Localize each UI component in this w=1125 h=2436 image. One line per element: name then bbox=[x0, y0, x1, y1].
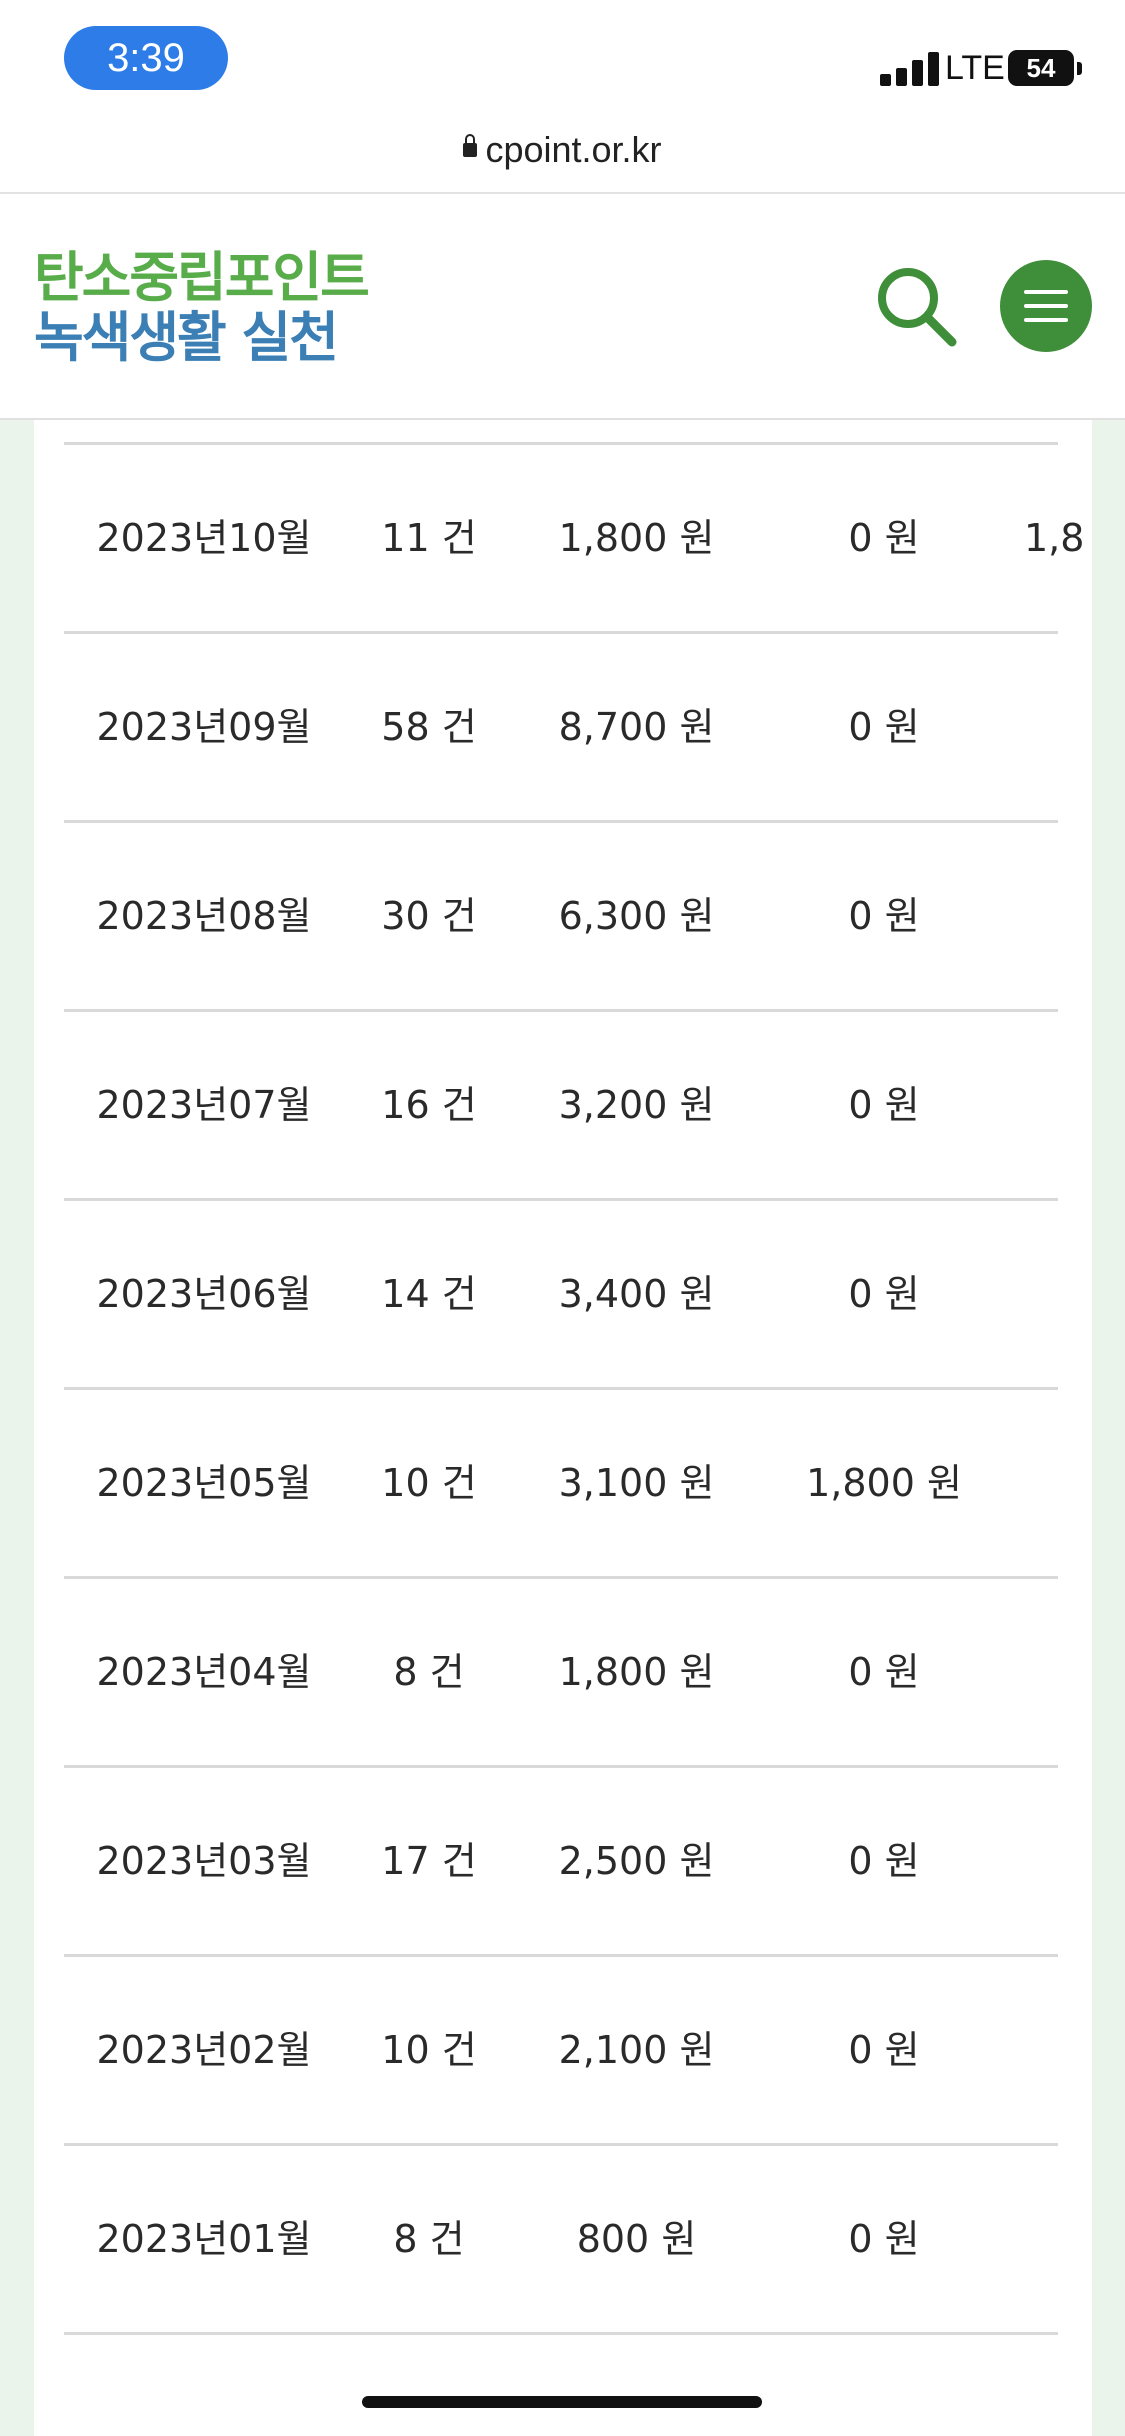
month-cell: 2023년04월 bbox=[96, 1650, 312, 1694]
used-points-cell: 0 원 bbox=[848, 1839, 920, 1883]
clipped-cell bbox=[1024, 1390, 1084, 1576]
network-type: LTE bbox=[945, 49, 1005, 87]
used-points-cell: 0 원 bbox=[848, 1272, 920, 1316]
clipped-cell bbox=[1024, 634, 1084, 820]
earned-points-cell: 1,800 원 bbox=[558, 1650, 715, 1694]
site-header: 탄소중립포인트 녹색생활 실천 bbox=[0, 194, 1125, 420]
count-cell: 14 건 bbox=[381, 1272, 477, 1316]
month-cell: 2023년01월 bbox=[96, 2217, 312, 2261]
clipped-cell bbox=[1024, 1579, 1084, 1765]
table-row[interactable]: 2023년08월 30 건 6,300 원 0 원 bbox=[64, 820, 1058, 1009]
hamburger-menu-icon bbox=[1024, 318, 1068, 322]
table-row[interactable]: 2023년01월 8 건 800 원 0 원 bbox=[64, 2143, 1058, 2335]
month-cell: 2023년08월 bbox=[96, 894, 312, 938]
home-indicator[interactable] bbox=[362, 2396, 762, 2408]
menu-button[interactable] bbox=[1000, 260, 1092, 352]
status-bar: 3:39 LTE 54 bbox=[0, 0, 1125, 130]
count-cell: 8 건 bbox=[393, 1650, 465, 1694]
table-row[interactable]: 2023년05월 10 건 3,100 원 1,800 원 bbox=[64, 1387, 1058, 1576]
clipped-cell bbox=[1024, 1012, 1084, 1198]
used-points-cell: 0 원 bbox=[848, 705, 920, 749]
battery-tip bbox=[1077, 62, 1082, 75]
month-cell: 2023년05월 bbox=[96, 1461, 312, 1505]
count-cell: 10 건 bbox=[381, 2028, 477, 2072]
earned-points-cell: 8,700 원 bbox=[558, 705, 715, 749]
monthly-points-table[interactable]: 2023년10월 11 건 1,800 원 0 원 1,8 2023년09월 58 건 8,7… bbox=[64, 442, 1084, 2335]
table-row[interactable]: 2023년03월 17 건 2,500 원 0 원 bbox=[64, 1765, 1058, 1954]
status-time[interactable]: 3:39 bbox=[64, 26, 228, 90]
count-cell: 16 건 bbox=[381, 1083, 477, 1127]
count-cell: 58 건 bbox=[381, 705, 477, 749]
hamburger-menu-icon bbox=[1024, 304, 1068, 308]
battery-icon: 54 bbox=[1008, 50, 1074, 86]
clipped-cell bbox=[1024, 1768, 1084, 1954]
earned-points-cell: 800 원 bbox=[576, 2217, 697, 2261]
used-points-cell: 0 원 bbox=[848, 894, 920, 938]
table-row[interactable]: 2023년02월 10 건 2,100 원 0 원 bbox=[64, 1954, 1058, 2143]
used-points-cell: 0 원 bbox=[848, 2217, 920, 2261]
earned-points-cell: 3,200 원 bbox=[558, 1083, 715, 1127]
used-points-cell: 0 원 bbox=[848, 516, 920, 560]
site-logo-subtitle[interactable]: 녹색생활 실천 bbox=[34, 306, 339, 370]
clipped-cell: 1,8 bbox=[1024, 516, 1084, 560]
used-points-cell: 0 원 bbox=[848, 1650, 920, 1694]
lock-icon bbox=[463, 134, 478, 158]
clipped-cell bbox=[1024, 823, 1084, 1009]
month-cell: 2023년03월 bbox=[96, 1839, 312, 1883]
clipped-cell bbox=[1024, 2146, 1084, 2332]
earned-points-cell: 3,400 원 bbox=[558, 1272, 715, 1316]
table-row[interactable]: 2023년06월 14 건 3,400 원 0 원 bbox=[64, 1198, 1058, 1387]
month-cell: 2023년06월 bbox=[96, 1272, 312, 1316]
count-cell: 17 건 bbox=[381, 1839, 477, 1883]
month-cell: 2023년07월 bbox=[96, 1083, 312, 1127]
table-row[interactable]: 2023년07월 16 건 3,200 원 0 원 bbox=[64, 1009, 1058, 1198]
month-cell: 2023년10월 bbox=[96, 516, 312, 560]
url-text: cpoint.or.kr bbox=[485, 129, 662, 170]
table-row[interactable]: 2023년09월 58 건 8,700 원 0 원 bbox=[64, 631, 1058, 820]
hamburger-menu-icon bbox=[1024, 290, 1068, 294]
earned-points-cell: 2,500 원 bbox=[558, 1839, 715, 1883]
browser-url-bar[interactable]: cpoint.or.kr bbox=[0, 124, 1125, 186]
site-logo-title[interactable]: 탄소중립포인트 bbox=[34, 246, 370, 310]
used-points-cell: 0 원 bbox=[848, 1083, 920, 1127]
month-cell: 2023년02월 bbox=[96, 2028, 312, 2072]
search-button[interactable] bbox=[874, 264, 960, 350]
used-points-cell: 0 원 bbox=[848, 2028, 920, 2072]
count-cell: 10 건 bbox=[381, 1461, 477, 1505]
clipped-cell bbox=[1024, 1201, 1084, 1387]
count-cell: 11 건 bbox=[381, 516, 477, 560]
used-points-cell: 1,800 원 bbox=[806, 1461, 962, 1505]
month-cell: 2023년09월 bbox=[96, 705, 312, 749]
earned-points-cell: 2,100 원 bbox=[558, 2028, 715, 2072]
table-row[interactable]: 2023년10월 11 건 1,800 원 0 원 1,8 bbox=[64, 442, 1084, 631]
search-icon bbox=[878, 268, 957, 347]
clipped-cell bbox=[1024, 1957, 1084, 2143]
earned-points-cell: 3,100 원 bbox=[558, 1461, 715, 1505]
earned-points-cell: 1,800 원 bbox=[558, 516, 715, 560]
count-cell: 8 건 bbox=[393, 2217, 465, 2261]
table-row[interactable]: 2023년04월 8 건 1,800 원 0 원 bbox=[64, 1576, 1058, 1765]
signal-strength-icon bbox=[880, 50, 942, 86]
earned-points-cell: 6,300 원 bbox=[558, 894, 715, 938]
count-cell: 30 건 bbox=[381, 894, 477, 938]
